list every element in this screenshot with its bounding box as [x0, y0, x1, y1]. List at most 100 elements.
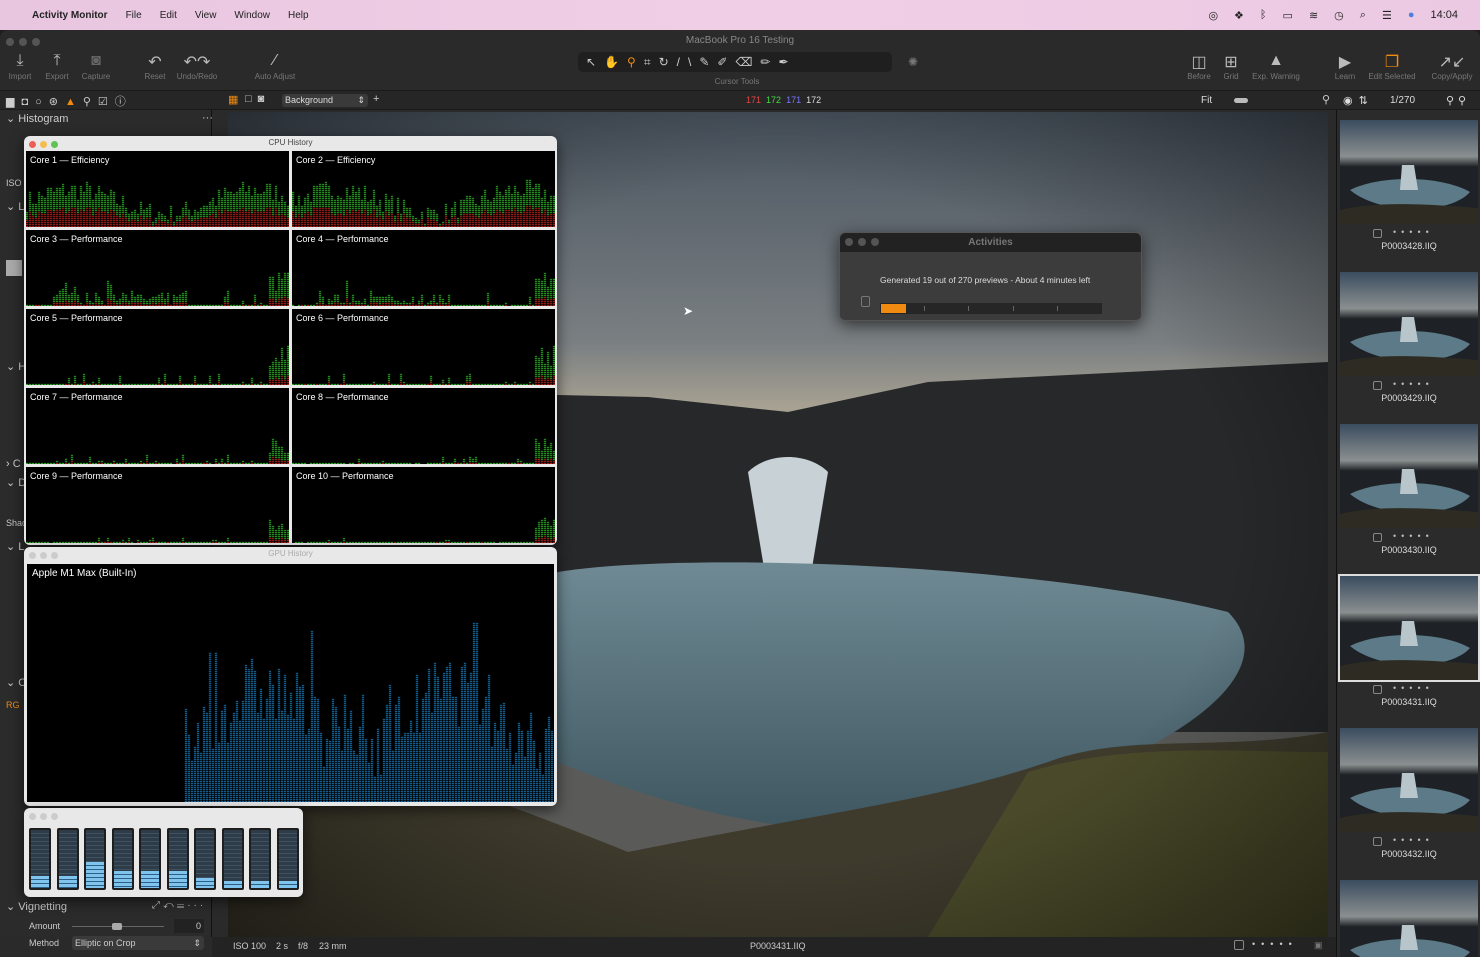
curve-rgb-tab[interactable]: RG	[6, 700, 20, 710]
menu-file[interactable]: File	[126, 10, 142, 21]
copy-apply-icon: ↗↙	[1438, 54, 1466, 71]
grid-button[interactable]: ⊞ Grid	[1218, 52, 1244, 81]
cpu-core-meter	[221, 828, 244, 890]
secondary-toolbar: ▆◘○⊛▲⚲☑ⓘ ▦ □◙ Background ⇕ + 171 172 171 …	[0, 90, 1480, 110]
window-title: GPU History	[268, 549, 313, 558]
undo-redo-button[interactable]: ↶↷ Undo/Redo	[174, 52, 220, 81]
battery-icon[interactable]: ▭	[1283, 9, 1293, 22]
filmstrip-thumbnail[interactable]	[1338, 574, 1480, 682]
menu-app-name[interactable]: Activity Monitor	[32, 10, 108, 21]
filmstrip-thumbnail[interactable]	[1340, 424, 1478, 528]
color-tag-icon[interactable]: ▣	[1314, 940, 1323, 951]
window-controls[interactable]	[29, 811, 62, 825]
cursor-tools[interactable]: ↖✋⚲⌗↻/\✎✐⌫✏✒	[578, 52, 892, 72]
grid-view-icon[interactable]: ▦	[228, 93, 238, 106]
capture-button[interactable]: ◙ Capture	[78, 52, 114, 81]
mouse-cursor: ➤	[683, 304, 694, 318]
amount-value[interactable]: 0	[174, 919, 204, 933]
thumbnail-checkbox[interactable]	[1373, 229, 1382, 238]
core-graph: Core 5 — Performance	[26, 309, 289, 385]
export-button[interactable]: ⤒ Export	[42, 52, 72, 81]
thumbnail-checkbox[interactable]	[1373, 533, 1382, 542]
cpu-meter-window[interactable]	[24, 808, 303, 897]
edit-selected-button[interactable]: ❐ Edit Selected	[1364, 52, 1420, 81]
keystone-tool-icon: /\	[676, 55, 700, 69]
crop-tool-icon: ⌗	[643, 55, 659, 69]
core-graph: Core 7 — Performance	[26, 388, 289, 464]
zoom-fit[interactable]: Fit	[1201, 95, 1212, 106]
amount-label: Amount	[29, 921, 61, 931]
copy-apply-button[interactable]: ↗↙ Copy/Apply	[1426, 52, 1478, 81]
learn-button[interactable]: ▶ Learn	[1330, 52, 1360, 81]
reset-button[interactable]: ↶ Reset	[140, 52, 170, 81]
before-button[interactable]: ◫ Before	[1184, 52, 1214, 81]
cpu-core-meter	[56, 828, 79, 890]
gpu-history-window[interactable]: GPU History Apple M1 Max (Built-In)	[24, 547, 557, 806]
thumbnail-checkbox[interactable]	[1373, 381, 1382, 390]
before-icon: ◫	[1191, 54, 1207, 71]
dropbox-icon[interactable]: ❖	[1234, 9, 1244, 22]
window-controls[interactable]	[29, 550, 62, 564]
section-c[interactable]: › C	[6, 458, 21, 470]
thumbnail-rating[interactable]: •••••	[1393, 531, 1434, 541]
core-label: Core 2 — Efficiency	[296, 155, 376, 165]
filmstrip-controls[interactable]: ◉⇅	[1343, 94, 1374, 107]
menu-help[interactable]: Help	[288, 10, 309, 21]
method-select[interactable]: Elliptic on Crop ⇕	[72, 936, 204, 950]
menu-edit[interactable]: Edit	[160, 10, 177, 21]
time-machine-icon[interactable]: ◷	[1334, 9, 1344, 22]
bluetooth-icon[interactable]: ᛒ	[1260, 9, 1267, 21]
auto-adjust-button[interactable]: ⁄ Auto Adjust	[250, 52, 300, 81]
layer-select[interactable]: Background ⇕	[282, 94, 368, 107]
filmstrip-thumbnail[interactable]	[1340, 272, 1478, 376]
thumbnail-rating[interactable]: •••••	[1393, 835, 1434, 845]
tool-tabs[interactable]: ▆◘○⊛▲⚲☑ⓘ	[6, 93, 133, 109]
select-checkbox[interactable]	[1234, 940, 1244, 950]
rgb-readout: 171 172 171 172	[746, 95, 822, 105]
filmstrip-thumbnail[interactable]	[1340, 880, 1478, 957]
import-button[interactable]: ⤓ Import	[6, 52, 34, 81]
add-layer-icon[interactable]: +	[373, 93, 379, 105]
thumbnail-checkbox[interactable]	[1373, 837, 1382, 846]
activity-checkbox[interactable]	[861, 296, 870, 307]
control-center-icon[interactable]: ☰	[1382, 9, 1392, 22]
aperture-value: f/8	[298, 941, 309, 951]
zoom-tool-icon: ⚲	[627, 55, 644, 69]
zoom-slider[interactable]: ⚲	[1220, 94, 1330, 106]
section-levels[interactable]: ⌄ L	[6, 540, 24, 553]
thumbnail-rating[interactable]: •••••	[1393, 227, 1434, 237]
view-mode-icons[interactable]: □◙	[245, 93, 270, 105]
rating-dots[interactable]: •••••	[1252, 939, 1298, 949]
filmstrip-thumbnail[interactable]	[1340, 120, 1478, 224]
image-info-bar: ISO 100 2 s f/8 23 mm P0003431.IIQ •••••…	[212, 937, 1336, 957]
cpu-core-meter	[166, 828, 189, 890]
thumbnail-checkbox[interactable]	[1373, 685, 1382, 694]
method-label: Method	[29, 938, 60, 948]
thumbnail-name: P0003431.IIQ	[1381, 697, 1437, 707]
filmstrip: ••••• P0003428.IIQ ••••• P0003429.IIQ ••••• P…	[1336, 110, 1480, 957]
thumbnail-rating[interactable]: •••••	[1393, 379, 1434, 389]
search-icon[interactable]: ⚲⚲	[1446, 94, 1470, 107]
annotate-tool-icon: ✒	[778, 55, 797, 69]
wifi-icon[interactable]: ≋	[1309, 9, 1318, 22]
vignetting-header[interactable]: ⌄ Vignetting ⤢↶☰···	[6, 900, 203, 913]
filmstrip-thumbnail[interactable]	[1340, 728, 1478, 832]
swatch[interactable]	[6, 260, 22, 276]
thumbnail-name: P0003429.IIQ	[1381, 393, 1437, 403]
menu-window[interactable]: Window	[234, 10, 270, 21]
window-controls[interactable]	[845, 234, 884, 253]
exp-warning-button[interactable]: ▲ Exp. Warning	[1248, 52, 1304, 81]
creative-cloud-icon[interactable]: ◎	[1208, 9, 1218, 22]
core-graph: Core 2 — Efficiency	[292, 151, 555, 227]
siri-icon[interactable]: ●	[1408, 9, 1415, 21]
menu-view[interactable]: View	[195, 10, 217, 21]
cpu-history-window[interactable]: CPU History Core 1 — Efficiency Core 2 — …	[24, 136, 557, 545]
export-icon: ⤒	[53, 52, 61, 69]
thumbnail-rating[interactable]: •••••	[1393, 683, 1434, 693]
cpu-core-meter	[111, 828, 134, 890]
spotlight-icon[interactable]: ⌕	[1360, 9, 1366, 22]
activities-window[interactable]: Activities Generated 19 out of 270 previ…	[839, 232, 1142, 321]
section-collapsed[interactable]: ⌄ L	[6, 200, 24, 213]
amount-slider[interactable]	[72, 923, 164, 930]
histogram-header[interactable]: ⌄ Histogram ···	[6, 112, 213, 125]
